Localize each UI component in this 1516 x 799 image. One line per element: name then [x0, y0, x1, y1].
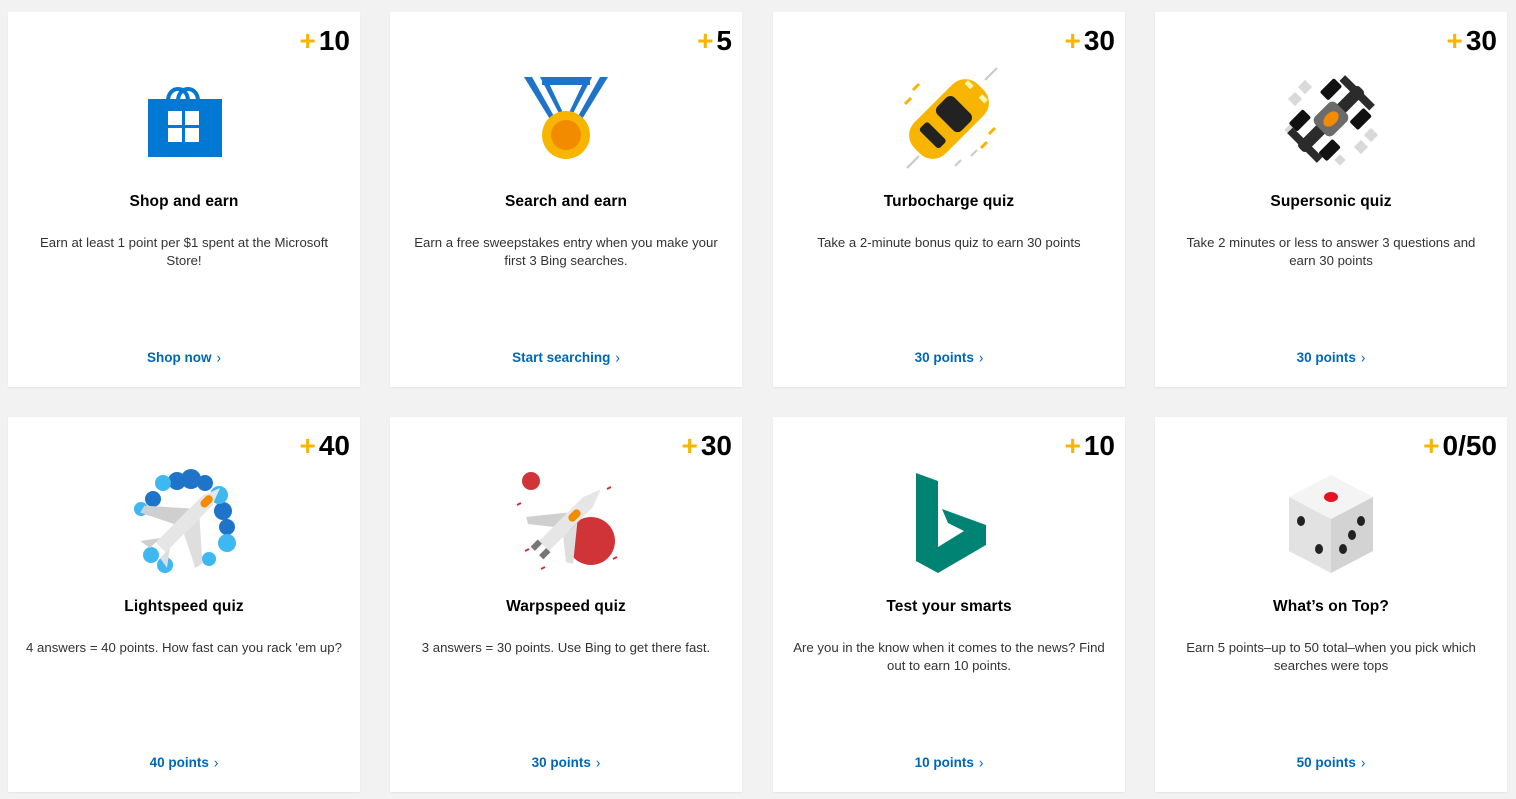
- card-description: Take a 2-minute bonus quiz to earn 30 po…: [817, 235, 1081, 250]
- card-description: Take 2 minutes or less to answer 3 quest…: [1186, 235, 1476, 268]
- offer-card-search-and-earn[interactable]: +5 Search and earn Earn a free sweepstak…: [390, 12, 742, 387]
- jet-plane-icon: [134, 469, 236, 573]
- card-description: Earn 5 points–up to 50 total–when you pi…: [1186, 640, 1476, 673]
- card-title: Test your smarts: [886, 598, 1012, 615]
- points-badge: +5: [697, 25, 732, 56]
- test-smarts-points-link[interactable]: 10 points ›: [773, 754, 1125, 771]
- points-badge: +0/50: [1423, 430, 1497, 461]
- medal-icon: [524, 77, 608, 159]
- chevron-right-icon: ›: [615, 349, 620, 366]
- chevron-right-icon: ›: [216, 349, 222, 366]
- offer-card-whats-on-top[interactable]: +0/50 What’s on Top? Earn 5 points–up to…: [1155, 417, 1507, 792]
- points-badge: +10: [1064, 430, 1115, 461]
- card-description: 3 answers = 30 points. Use Bing to get t…: [421, 640, 711, 655]
- card-title: Search and earn: [504, 193, 628, 210]
- chevron-right-icon: ›: [1360, 349, 1366, 366]
- turbocharge-points-link[interactable]: 30 points ›: [773, 349, 1125, 366]
- card-description: 4 answers = 40 points. How fast can you …: [26, 640, 342, 655]
- chevron-right-icon: ›: [213, 754, 219, 771]
- chevron-right-icon: ›: [978, 754, 984, 771]
- offer-card-turbocharge-quiz[interactable]: +30 Turbocharge quiz Take a 2-minute bon…: [773, 12, 1125, 387]
- warpspeed-points-link[interactable]: 30 points ›: [390, 754, 742, 771]
- lightspeed-points-link[interactable]: 40 points ›: [8, 754, 360, 771]
- card-title: Supersonic quiz: [1270, 193, 1392, 210]
- formula-car-icon: [1284, 75, 1379, 166]
- card-title: Turbocharge quiz: [883, 193, 1015, 210]
- offers-grid: +10 Shop and earn Earn at least 1 point …: [0, 0, 1516, 799]
- dice-icon: [1289, 475, 1373, 573]
- bing-logo-icon: [916, 473, 986, 573]
- whats-on-top-points-link[interactable]: 50 points ›: [1155, 754, 1507, 771]
- spaceship-icon: [516, 472, 618, 570]
- start-searching-link[interactable]: Start searching ›: [390, 349, 742, 366]
- offer-card-warpspeed-quiz[interactable]: +30 Warpspeed quiz 3 answers = 30 points…: [390, 417, 742, 792]
- chevron-right-icon: ›: [978, 349, 984, 366]
- chevron-right-icon: ›: [1360, 754, 1366, 771]
- shop-now-link[interactable]: Shop now ›: [8, 349, 360, 366]
- offer-card-test-your-smarts[interactable]: +10 Test your smarts Are you in the know…: [773, 417, 1125, 792]
- points-badge: +30: [1064, 25, 1115, 56]
- race-car-icon: [903, 67, 998, 169]
- card-title: What’s on Top?: [1273, 598, 1389, 615]
- store-bag-icon: [148, 87, 222, 157]
- card-title: Shop and earn: [129, 193, 239, 210]
- offer-card-lightspeed-quiz[interactable]: +40 Lightspeed quiz 4 answers = 40 point…: [8, 417, 360, 792]
- card-description: Earn at least 1 point per $1 spent at th…: [39, 235, 329, 268]
- points-badge: +30: [681, 430, 732, 461]
- points-badge: +40: [299, 430, 350, 461]
- card-title: Warpspeed quiz: [506, 598, 626, 615]
- card-description: Are you in the know when it comes to the…: [793, 640, 1105, 673]
- card-title: Lightspeed quiz: [124, 598, 244, 615]
- points-badge: +10: [299, 25, 350, 56]
- offer-card-shop-and-earn[interactable]: +10 Shop and earn Earn at least 1 point …: [8, 12, 360, 387]
- supersonic-points-link[interactable]: 30 points ›: [1155, 349, 1507, 366]
- offer-card-supersonic-quiz[interactable]: +30 Supersonic quiz Take 2 minutes or le…: [1155, 12, 1507, 387]
- card-description: Earn a free sweepstakes entry when you m…: [414, 235, 718, 268]
- points-badge: +30: [1446, 25, 1497, 56]
- chevron-right-icon: ›: [595, 754, 601, 771]
